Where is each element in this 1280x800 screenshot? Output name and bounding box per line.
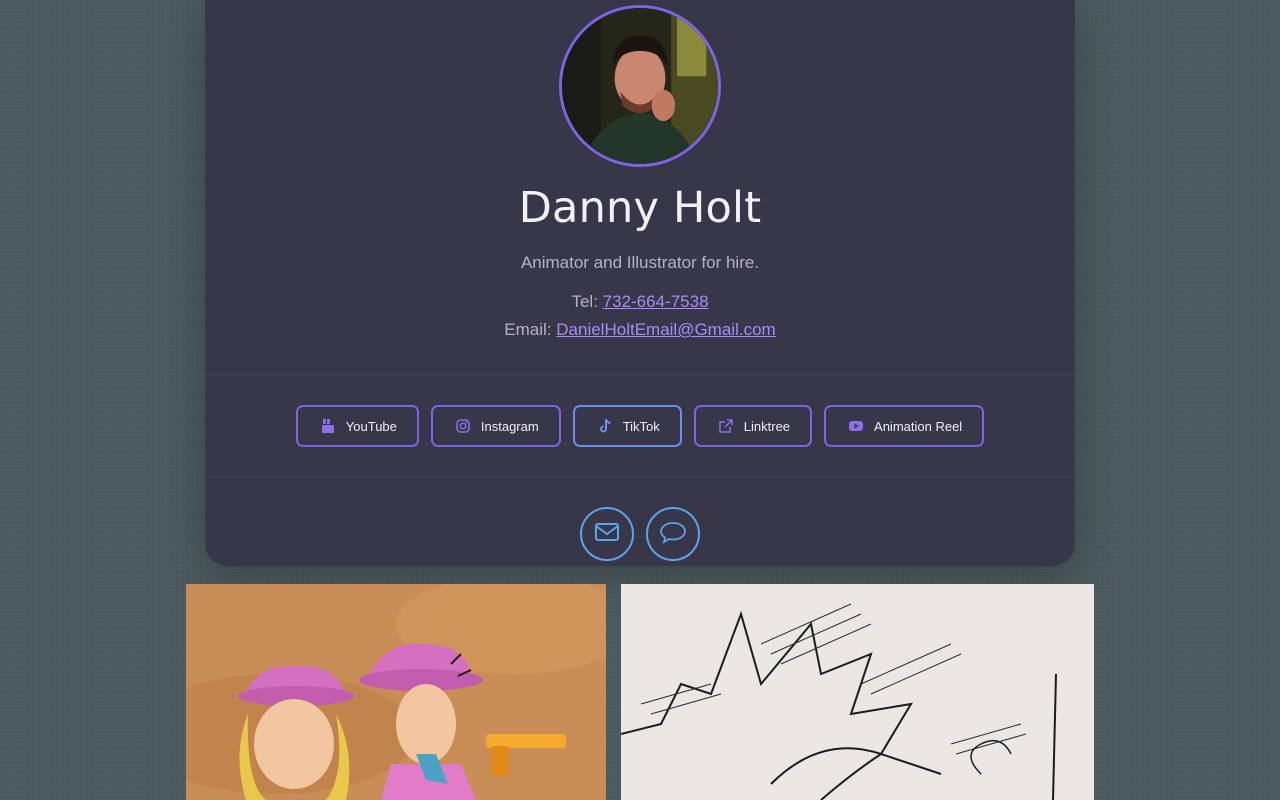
- linktree-button[interactable]: Linktree: [693, 405, 813, 447]
- artwork-cowboys[interactable]: [186, 584, 606, 800]
- tiktok-icon: [597, 418, 613, 434]
- youtube-play-icon: [848, 418, 864, 434]
- tiktok-label: TikTok: [622, 418, 660, 434]
- email-label: Email:: [504, 320, 557, 339]
- youtube-button[interactable]: YouTube: [295, 405, 419, 447]
- message-button[interactable]: [646, 507, 700, 561]
- tiktok-button[interactable]: TikTok: [572, 405, 682, 447]
- phone-label: Tel:: [571, 292, 603, 311]
- artwork-sketch[interactable]: [621, 584, 1094, 800]
- social-links: YouTube Instagram TikTok Linktree Animat…: [205, 405, 1075, 447]
- instagram-icon: [455, 418, 471, 434]
- chat-bubble-icon: [659, 518, 687, 551]
- email-link[interactable]: DanielHoltEmail@Gmail.com: [556, 320, 775, 339]
- instagram-label: Instagram: [480, 418, 539, 434]
- youtube-icon: [320, 418, 336, 434]
- youtube-label: YouTube: [345, 418, 397, 434]
- phone-link[interactable]: 732-664-7538: [603, 292, 709, 311]
- profile-tagline: Animator and Illustrator for hire.: [520, 253, 760, 272]
- profile-name: Danny Holt: [518, 183, 762, 233]
- external-link-icon: [718, 418, 734, 434]
- avatar: [559, 5, 721, 167]
- envelope-icon: [593, 518, 621, 551]
- animation-reel-button[interactable]: Animation Reel: [824, 405, 985, 447]
- email-button[interactable]: [580, 507, 634, 561]
- instagram-button[interactable]: Instagram: [430, 405, 561, 447]
- linktree-label: Linktree: [743, 418, 791, 434]
- animation-reel-label: Animation Reel: [874, 418, 963, 434]
- phone-line: Tel: 732-664-7538: [205, 292, 1075, 312]
- email-line: Email: DanielHoltEmail@Gmail.com: [205, 320, 1075, 340]
- profile-card: Danny Holt Animator and Illustrator for …: [205, 0, 1075, 566]
- divider: [205, 374, 1075, 375]
- divider: [205, 476, 1075, 477]
- contact-actions: [205, 507, 1075, 561]
